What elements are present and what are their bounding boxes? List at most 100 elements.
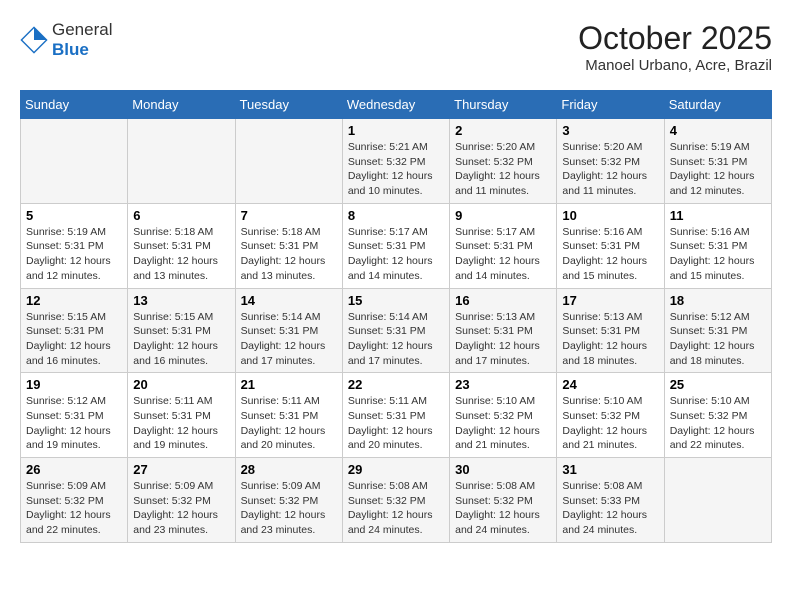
calendar-cell: 6 Sunrise: 5:18 AM Sunset: 5:31 PM Daylig… bbox=[128, 203, 235, 288]
day-info: Sunrise: 5:09 AM Sunset: 5:32 PM Dayligh… bbox=[241, 479, 337, 538]
day-number: 15 bbox=[348, 293, 444, 308]
day-info: Sunrise: 5:18 AM Sunset: 5:31 PM Dayligh… bbox=[241, 225, 337, 284]
calendar-cell: 2 Sunrise: 5:20 AM Sunset: 5:32 PM Daylig… bbox=[450, 119, 557, 204]
day-number: 22 bbox=[348, 377, 444, 392]
calendar-cell: 21 Sunrise: 5:11 AM Sunset: 5:31 PM Dayli… bbox=[235, 373, 342, 458]
calendar-cell: 8 Sunrise: 5:17 AM Sunset: 5:31 PM Daylig… bbox=[342, 203, 449, 288]
day-number: 31 bbox=[562, 462, 658, 477]
day-number: 19 bbox=[26, 377, 122, 392]
calendar-cell: 31 Sunrise: 5:08 AM Sunset: 5:33 PM Dayli… bbox=[557, 458, 664, 543]
calendar-cell: 26 Sunrise: 5:09 AM Sunset: 5:32 PM Dayli… bbox=[21, 458, 128, 543]
calendar-cell: 5Sunrise: 5:19 AM Sunset: 5:31 PM Daylig… bbox=[21, 203, 128, 288]
day-info: Sunrise: 5:20 AM Sunset: 5:32 PM Dayligh… bbox=[455, 140, 551, 199]
day-info: Sunrise: 5:14 AM Sunset: 5:31 PM Dayligh… bbox=[348, 310, 444, 369]
day-info: Sunrise: 5:11 AM Sunset: 5:31 PM Dayligh… bbox=[241, 394, 337, 453]
calendar-cell: 23 Sunrise: 5:10 AM Sunset: 5:32 PM Dayli… bbox=[450, 373, 557, 458]
calendar-body: 1Sunrise: 5:21 AM Sunset: 5:32 PM Daylig… bbox=[21, 119, 772, 543]
week-row: 5Sunrise: 5:19 AM Sunset: 5:31 PM Daylig… bbox=[21, 203, 772, 288]
day-number: 13 bbox=[133, 293, 229, 308]
day-number: 8 bbox=[348, 208, 444, 223]
day-info: Sunrise: 5:13 AM Sunset: 5:31 PM Dayligh… bbox=[562, 310, 658, 369]
calendar-cell: 27Sunrise: 5:09 AM Sunset: 5:32 PM Dayli… bbox=[128, 458, 235, 543]
calendar-cell: 10 Sunrise: 5:16 AM Sunset: 5:31 PM Dayli… bbox=[557, 203, 664, 288]
day-info: Sunrise: 5:10 AM Sunset: 5:32 PM Dayligh… bbox=[562, 394, 658, 453]
calendar-header: SundayMondayTuesdayWednesdayThursdayFrid… bbox=[21, 91, 772, 119]
calendar-cell: 1Sunrise: 5:21 AM Sunset: 5:32 PM Daylig… bbox=[342, 119, 449, 204]
day-info: Sunrise: 5:14 AM Sunset: 5:31 PM Dayligh… bbox=[241, 310, 337, 369]
day-info: Sunrise: 5:15 AM Sunset: 5:31 PM Dayligh… bbox=[26, 310, 122, 369]
calendar-cell: 20Sunrise: 5:11 AM Sunset: 5:31 PM Dayli… bbox=[128, 373, 235, 458]
calendar-cell: 17 Sunrise: 5:13 AM Sunset: 5:31 PM Dayli… bbox=[557, 288, 664, 373]
day-info: Sunrise: 5:12 AM Sunset: 5:31 PM Dayligh… bbox=[26, 394, 122, 453]
day-info: Sunrise: 5:12 AM Sunset: 5:31 PM Dayligh… bbox=[670, 310, 766, 369]
day-info: Sunrise: 5:19 AM Sunset: 5:31 PM Dayligh… bbox=[670, 140, 766, 199]
calendar-cell: 15 Sunrise: 5:14 AM Sunset: 5:31 PM Dayli… bbox=[342, 288, 449, 373]
day-info: Sunrise: 5:08 AM Sunset: 5:32 PM Dayligh… bbox=[455, 479, 551, 538]
day-info: Sunrise: 5:08 AM Sunset: 5:33 PM Dayligh… bbox=[562, 479, 658, 538]
day-number: 12 bbox=[26, 293, 122, 308]
calendar-cell: 30 Sunrise: 5:08 AM Sunset: 5:32 PM Dayli… bbox=[450, 458, 557, 543]
day-number: 11 bbox=[670, 208, 766, 223]
day-number: 14 bbox=[241, 293, 337, 308]
calendar-cell: 13 Sunrise: 5:15 AM Sunset: 5:31 PM Dayli… bbox=[128, 288, 235, 373]
week-row: 26 Sunrise: 5:09 AM Sunset: 5:32 PM Dayli… bbox=[21, 458, 772, 543]
calendar-cell: 19 Sunrise: 5:12 AM Sunset: 5:31 PM Dayli… bbox=[21, 373, 128, 458]
day-info: Sunrise: 5:10 AM Sunset: 5:32 PM Dayligh… bbox=[455, 394, 551, 453]
calendar-cell bbox=[664, 458, 771, 543]
day-info: Sunrise: 5:09 AM Sunset: 5:32 PM Dayligh… bbox=[26, 479, 122, 538]
day-number: 4 bbox=[670, 123, 766, 138]
weekday-row: SundayMondayTuesdayWednesdayThursdayFrid… bbox=[21, 91, 772, 119]
calendar-cell bbox=[21, 119, 128, 204]
day-number: 9 bbox=[455, 208, 551, 223]
title-area: October 2025 Manoel Urbano, Acre, Brazil bbox=[578, 20, 772, 74]
calendar-cell: 25 Sunrise: 5:10 AM Sunset: 5:32 PM Dayli… bbox=[664, 373, 771, 458]
day-number: 26 bbox=[26, 462, 122, 477]
day-number: 25 bbox=[670, 377, 766, 392]
week-row: 1Sunrise: 5:21 AM Sunset: 5:32 PM Daylig… bbox=[21, 119, 772, 204]
weekday-header-thursday: Thursday bbox=[450, 91, 557, 119]
day-info: Sunrise: 5:20 AM Sunset: 5:32 PM Dayligh… bbox=[562, 140, 658, 199]
day-number: 30 bbox=[455, 462, 551, 477]
weekday-header-wednesday: Wednesday bbox=[342, 91, 449, 119]
day-info: Sunrise: 5:17 AM Sunset: 5:31 PM Dayligh… bbox=[348, 225, 444, 284]
weekday-header-saturday: Saturday bbox=[664, 91, 771, 119]
calendar-cell: 12 Sunrise: 5:15 AM Sunset: 5:31 PM Dayli… bbox=[21, 288, 128, 373]
day-info: Sunrise: 5:11 AM Sunset: 5:31 PM Dayligh… bbox=[133, 394, 229, 453]
day-number: 21 bbox=[241, 377, 337, 392]
header: General Blue October 2025 Manoel Urbano,… bbox=[20, 20, 772, 74]
day-info: Sunrise: 5:15 AM Sunset: 5:31 PM Dayligh… bbox=[133, 310, 229, 369]
day-info: Sunrise: 5:19 AM Sunset: 5:31 PM Dayligh… bbox=[26, 225, 122, 284]
calendar-cell: 9 Sunrise: 5:17 AM Sunset: 5:31 PM Daylig… bbox=[450, 203, 557, 288]
day-info: Sunrise: 5:08 AM Sunset: 5:32 PM Dayligh… bbox=[348, 479, 444, 538]
day-info: Sunrise: 5:17 AM Sunset: 5:31 PM Dayligh… bbox=[455, 225, 551, 284]
logo: General Blue bbox=[20, 20, 112, 61]
calendar-cell: 7 Sunrise: 5:18 AM Sunset: 5:31 PM Daylig… bbox=[235, 203, 342, 288]
weekday-header-friday: Friday bbox=[557, 91, 664, 119]
calendar-cell: 22 Sunrise: 5:11 AM Sunset: 5:31 PM Dayli… bbox=[342, 373, 449, 458]
day-number: 29 bbox=[348, 462, 444, 477]
calendar-cell bbox=[128, 119, 235, 204]
day-number: 16 bbox=[455, 293, 551, 308]
weekday-header-monday: Monday bbox=[128, 91, 235, 119]
day-number: 2 bbox=[455, 123, 551, 138]
day-number: 28 bbox=[241, 462, 337, 477]
day-number: 17 bbox=[562, 293, 658, 308]
logo-blue: Blue bbox=[52, 40, 112, 60]
day-info: Sunrise: 5:10 AM Sunset: 5:32 PM Dayligh… bbox=[670, 394, 766, 453]
day-info: Sunrise: 5:18 AM Sunset: 5:31 PM Dayligh… bbox=[133, 225, 229, 284]
calendar-cell: 4 Sunrise: 5:19 AM Sunset: 5:31 PM Daylig… bbox=[664, 119, 771, 204]
day-number: 18 bbox=[670, 293, 766, 308]
weekday-header-tuesday: Tuesday bbox=[235, 91, 342, 119]
day-info: Sunrise: 5:16 AM Sunset: 5:31 PM Dayligh… bbox=[670, 225, 766, 284]
day-info: Sunrise: 5:16 AM Sunset: 5:31 PM Dayligh… bbox=[562, 225, 658, 284]
calendar-cell: 18 Sunrise: 5:12 AM Sunset: 5:31 PM Dayli… bbox=[664, 288, 771, 373]
day-number: 7 bbox=[241, 208, 337, 223]
calendar-cell: 14 Sunrise: 5:14 AM Sunset: 5:31 PM Dayli… bbox=[235, 288, 342, 373]
calendar-cell: 3Sunrise: 5:20 AM Sunset: 5:32 PM Daylig… bbox=[557, 119, 664, 204]
day-number: 6 bbox=[133, 208, 229, 223]
weekday-header-sunday: Sunday bbox=[21, 91, 128, 119]
day-info: Sunrise: 5:11 AM Sunset: 5:31 PM Dayligh… bbox=[348, 394, 444, 453]
day-number: 10 bbox=[562, 208, 658, 223]
location: Manoel Urbano, Acre, Brazil bbox=[578, 57, 772, 74]
day-number: 23 bbox=[455, 377, 551, 392]
